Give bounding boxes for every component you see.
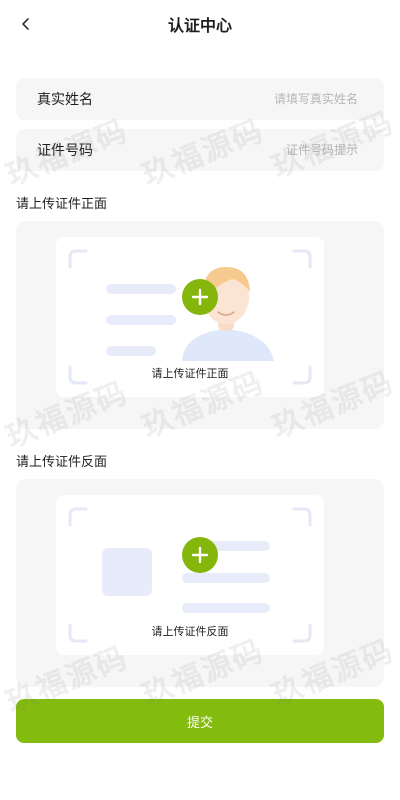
page-header: 认证中心 <box>0 0 400 48</box>
front-upload-panel: 请上传证件正面 <box>16 221 384 429</box>
plus-icon <box>191 546 209 564</box>
real-name-label: 真实姓名 <box>37 92 93 108</box>
front-upload-label: 请上传证件正面 <box>151 367 229 380</box>
front-section-title: 请上传证件正面 <box>16 197 108 212</box>
real-name-input[interactable] <box>188 92 358 106</box>
id-number-input[interactable] <box>188 143 358 157</box>
front-upload-card[interactable]: 请上传证件正面 <box>56 237 324 397</box>
back-upload-label: 请上传证件反面 <box>151 625 229 638</box>
back-section-title: 请上传证件反面 <box>16 455 108 470</box>
plus-icon <box>191 288 209 306</box>
add-back-photo-button[interactable] <box>182 537 218 573</box>
page-title: 认证中心 <box>167 16 232 35</box>
back-upload-card[interactable]: 请上传证件反面 <box>56 495 324 655</box>
submit-button[interactable]: 提交 <box>16 699 384 743</box>
real-name-field[interactable]: 真实姓名 <box>16 78 384 120</box>
id-number-label: 证件号码 <box>37 143 93 159</box>
id-number-field[interactable]: 证件号码 <box>16 129 384 171</box>
add-front-photo-button[interactable] <box>182 279 218 315</box>
back-upload-panel: 请上传证件反面 <box>16 479 384 687</box>
